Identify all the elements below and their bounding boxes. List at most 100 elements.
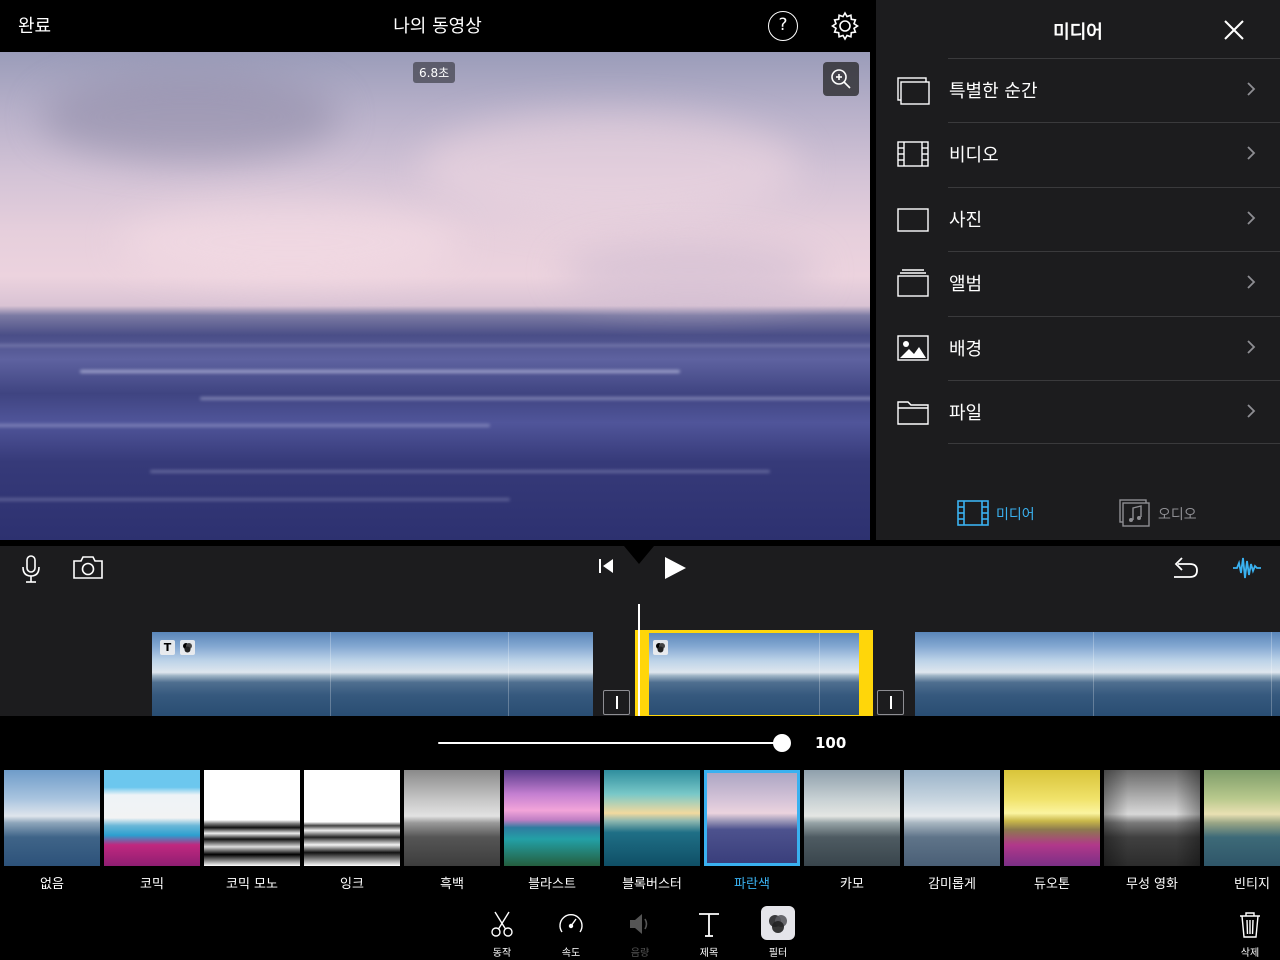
title-badge: T [160, 640, 175, 655]
media-item-label: 특별한 순간 [949, 81, 1038, 102]
media-tab-bar: 미디어 오디오 [876, 496, 1280, 530]
media-item-label: 비디오 [949, 145, 999, 167]
tab-audio[interactable]: 오디오 [1118, 496, 1238, 528]
video-preview[interactable]: 6.8초 [0, 52, 870, 540]
selected-video-clip[interactable] [649, 632, 859, 716]
chevron-right-icon [1247, 82, 1256, 96]
filter-dreamy[interactable]: 감미롭게 [904, 770, 1000, 892]
filter-comic-mono[interactable]: 코믹 모노 [204, 770, 300, 892]
media-item-files[interactable]: 파일 [876, 379, 1280, 445]
timeline[interactable]: T [0, 594, 1280, 718]
video-clip[interactable]: T [152, 632, 593, 716]
project-title: 나의 동영상 [393, 16, 482, 37]
photo-icon [897, 208, 929, 232]
chevron-right-icon [1247, 404, 1256, 418]
media-item-backgrounds[interactable]: 배경 [876, 315, 1280, 380]
moments-icon [897, 77, 930, 105]
tab-media-label: 미디어 [996, 507, 1035, 523]
done-button[interactable]: 완료 [18, 12, 51, 38]
filter-label: 듀오톤 [1034, 877, 1070, 892]
filter-duotone[interactable]: 듀오톤 [1004, 770, 1100, 892]
play-icon[interactable] [662, 554, 688, 582]
tool-speed[interactable]: 속도 [547, 908, 595, 959]
top-bar: 완료 나의 동영상 ? [0, 0, 875, 52]
filter-thumbnail [704, 770, 800, 866]
zoom-button[interactable] [823, 62, 859, 96]
filter-icon [769, 915, 787, 933]
scissors-icon [491, 911, 513, 937]
tool-filters[interactable]: 필터 [754, 906, 802, 959]
wave-shape [80, 370, 680, 373]
filter-thumbnail [804, 770, 900, 866]
filter-thumbnail [904, 770, 1000, 866]
media-item-label: 사진 [949, 209, 983, 231]
filter-thumbnail [204, 770, 300, 866]
zoom-in-icon [831, 69, 851, 89]
volume-icon [630, 914, 648, 934]
title-icon [699, 913, 719, 937]
filter-thumbnail [4, 770, 100, 866]
filter-label: 코믹 모노 [226, 877, 278, 892]
help-button[interactable]: ? [768, 11, 798, 41]
tool-volume[interactable]: 음량 [616, 908, 664, 959]
filter-comic[interactable]: 코믹 [104, 770, 200, 892]
undo-icon[interactable] [1170, 554, 1200, 582]
filter-intensity-row: 100 [0, 716, 1280, 768]
filter-ink[interactable]: 잉크 [304, 770, 400, 892]
tool-actions[interactable]: 동작 [478, 908, 526, 959]
trim-handle-right[interactable] [859, 630, 873, 718]
filter-thumbnail [404, 770, 500, 866]
filter-black-white[interactable]: 흑백 [404, 770, 500, 892]
filter-blockbuster[interactable]: 블록버스터 [604, 770, 700, 892]
background-icon [897, 334, 929, 361]
cloud-shape [420, 112, 800, 222]
filter-label: 블록버스터 [622, 877, 682, 892]
filter-blast[interactable]: 블라스트 [504, 770, 600, 892]
filter-label: 코믹 [140, 877, 164, 892]
filter-none[interactable]: 없음 [4, 770, 100, 892]
filter-camo[interactable]: 카모 [804, 770, 900, 892]
skip-to-start-icon[interactable] [597, 556, 615, 576]
tab-media[interactable]: 미디어 [956, 496, 1076, 528]
media-item-video[interactable]: 비디오 [876, 122, 1280, 186]
intensity-slider-thumb[interactable] [773, 734, 791, 752]
media-item-albums[interactable]: 앨범 [876, 251, 1280, 315]
transition-button[interactable] [603, 690, 630, 715]
filter-badge-icon [180, 640, 195, 655]
tool-title[interactable]: 제목 [685, 908, 733, 959]
filter-vintage[interactable]: 빈티지 [1204, 770, 1280, 892]
audio-waveform-icon[interactable] [1232, 554, 1262, 582]
cloud-shape [120, 202, 460, 282]
transition-button[interactable] [877, 690, 904, 715]
filter-label: 카모 [840, 877, 864, 892]
filter-badge-icon [653, 640, 668, 655]
filter-label: 잉크 [340, 877, 364, 892]
media-item-label: 배경 [949, 338, 983, 360]
filter-silent-era[interactable]: 무성 영화 [1104, 770, 1200, 892]
media-item-moments[interactable]: 특별한 순간 [876, 58, 1280, 122]
filter-thumbnail [104, 770, 200, 866]
filter-label: 무성 영화 [1126, 877, 1178, 892]
media-item-photos[interactable]: 사진 [876, 186, 1280, 251]
playhead[interactable] [638, 604, 640, 716]
video-clip[interactable] [915, 632, 1280, 716]
filter-thumbnail [1204, 770, 1280, 866]
music-note-icon [1119, 499, 1150, 527]
camera-icon[interactable] [72, 554, 104, 580]
intensity-slider-track[interactable] [438, 742, 784, 744]
intensity-value: 100 [815, 734, 847, 752]
microphone-icon[interactable] [20, 554, 42, 584]
filter-blue[interactable]: 파란색 [704, 770, 800, 892]
chevron-right-icon [1247, 146, 1256, 161]
filter-label: 블라스트 [528, 877, 576, 892]
duration-badge: 6.8초 [413, 62, 456, 83]
close-button[interactable] [1222, 18, 1246, 42]
wave-shape [0, 424, 490, 427]
tool-label: 삭제 [1240, 948, 1260, 959]
filter-thumbnail [1104, 770, 1200, 866]
album-icon [897, 269, 929, 297]
filter-label: 흑백 [440, 877, 464, 892]
delete-button[interactable]: 삭제 [1226, 908, 1274, 959]
frame-divider [330, 632, 331, 716]
settings-button[interactable] [829, 10, 861, 42]
